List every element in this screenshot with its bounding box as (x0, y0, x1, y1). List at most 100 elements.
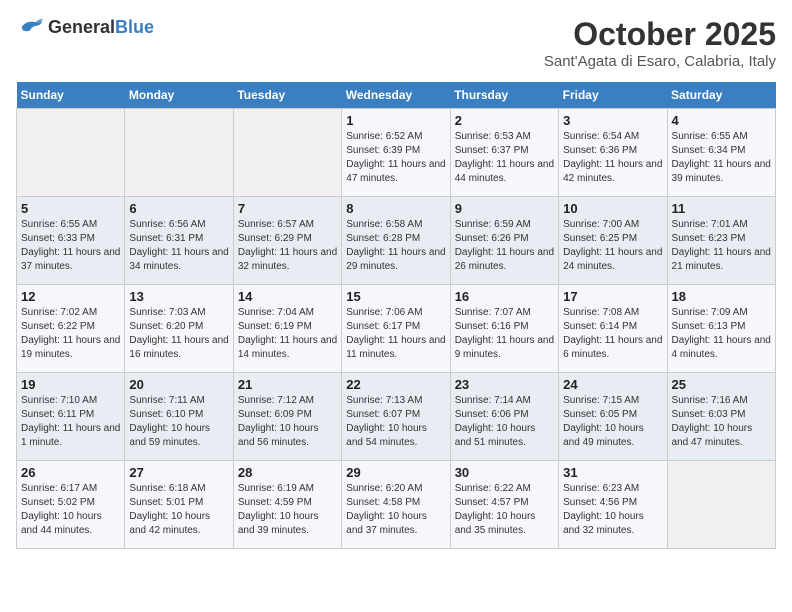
calendar-cell: 31 Sunrise: 6:23 AM Sunset: 4:56 PM Dayli… (559, 461, 667, 549)
day-number: 9 (455, 201, 554, 216)
calendar-cell (667, 461, 775, 549)
day-info: Sunrise: 6:55 AM Sunset: 6:34 PM Dayligh… (672, 130, 771, 186)
day-number: 15 (346, 289, 445, 304)
day-info: Sunrise: 6:58 AM Sunset: 6:28 PM Dayligh… (346, 218, 445, 274)
day-number: 27 (129, 465, 228, 480)
calendar-cell (125, 109, 233, 197)
day-info: Sunrise: 6:17 AM Sunset: 5:02 PM Dayligh… (21, 482, 120, 538)
weekday-header-row: SundayMondayTuesdayWednesdayThursdayFrid… (17, 82, 776, 109)
page-header: GeneralBlue October 2025 Sant'Agata di E… (16, 16, 776, 70)
day-info: Sunrise: 7:03 AM Sunset: 6:20 PM Dayligh… (129, 306, 228, 362)
calendar-cell: 17 Sunrise: 7:08 AM Sunset: 6:14 PM Dayli… (559, 285, 667, 373)
day-info: Sunrise: 6:56 AM Sunset: 6:31 PM Dayligh… (129, 218, 228, 274)
day-info: Sunrise: 6:52 AM Sunset: 6:39 PM Dayligh… (346, 130, 445, 186)
day-info: Sunrise: 7:06 AM Sunset: 6:17 PM Dayligh… (346, 306, 445, 362)
day-number: 26 (21, 465, 120, 480)
day-info: Sunrise: 7:02 AM Sunset: 6:22 PM Dayligh… (21, 306, 120, 362)
calendar-cell: 16 Sunrise: 7:07 AM Sunset: 6:16 PM Dayli… (450, 285, 558, 373)
day-info: Sunrise: 7:07 AM Sunset: 6:16 PM Dayligh… (455, 306, 554, 362)
month-title: October 2025 (544, 16, 776, 53)
calendar-cell: 3 Sunrise: 6:54 AM Sunset: 6:36 PM Daylig… (559, 109, 667, 197)
weekday-header: Thursday (450, 82, 558, 109)
calendar-cell: 30 Sunrise: 6:22 AM Sunset: 4:57 PM Dayli… (450, 461, 558, 549)
calendar-cell (17, 109, 125, 197)
day-number: 30 (455, 465, 554, 480)
day-number: 14 (238, 289, 337, 304)
day-number: 17 (563, 289, 662, 304)
day-number: 4 (672, 113, 771, 128)
day-number: 18 (672, 289, 771, 304)
day-number: 20 (129, 377, 228, 392)
calendar-week-row: 1 Sunrise: 6:52 AM Sunset: 6:39 PM Daylig… (17, 109, 776, 197)
calendar-cell: 29 Sunrise: 6:20 AM Sunset: 4:58 PM Dayli… (342, 461, 450, 549)
day-number: 31 (563, 465, 662, 480)
day-number: 29 (346, 465, 445, 480)
day-info: Sunrise: 6:59 AM Sunset: 6:26 PM Dayligh… (455, 218, 554, 274)
calendar-cell: 1 Sunrise: 6:52 AM Sunset: 6:39 PM Daylig… (342, 109, 450, 197)
calendar-cell: 23Sunrise: 7:14 AM Sunset: 6:06 PM Dayli… (450, 373, 558, 461)
day-number: 16 (455, 289, 554, 304)
day-number: 1 (346, 113, 445, 128)
day-number: 22 (346, 377, 445, 392)
calendar-cell: 15 Sunrise: 7:06 AM Sunset: 6:17 PM Dayli… (342, 285, 450, 373)
calendar-cell: 11 Sunrise: 7:01 AM Sunset: 6:23 PM Dayli… (667, 197, 775, 285)
calendar-table: SundayMondayTuesdayWednesdayThursdayFrid… (16, 82, 776, 549)
day-number: 12 (21, 289, 120, 304)
calendar-cell: 24Sunrise: 7:15 AM Sunset: 6:05 PM Dayli… (559, 373, 667, 461)
day-number: 5 (21, 201, 120, 216)
location-title: Sant'Agata di Esaro, Calabria, Italy (544, 53, 776, 70)
title-section: October 2025 Sant'Agata di Esaro, Calabr… (544, 16, 776, 70)
day-number: 7 (238, 201, 337, 216)
calendar-cell: 20 Sunrise: 7:11 AM Sunset: 6:10 PM Dayli… (125, 373, 233, 461)
day-info: Sunrise: 7:11 AM Sunset: 6:10 PM Dayligh… (129, 394, 228, 450)
day-info: Sunrise: 6:54 AM Sunset: 6:36 PM Dayligh… (563, 130, 662, 186)
day-info: Sunrise: 7:12 AM Sunset: 6:09 PM Dayligh… (238, 394, 337, 450)
day-info: Sunrise: 7:10 AM Sunset: 6:11 PM Dayligh… (21, 394, 120, 450)
day-info: Sunrise: 6:55 AM Sunset: 6:33 PM Dayligh… (21, 218, 120, 274)
calendar-week-row: 5 Sunrise: 6:55 AM Sunset: 6:33 PM Daylig… (17, 197, 776, 285)
calendar-week-row: 26 Sunrise: 6:17 AM Sunset: 5:02 PM Dayli… (17, 461, 776, 549)
calendar-cell: 8 Sunrise: 6:58 AM Sunset: 6:28 PM Daylig… (342, 197, 450, 285)
calendar-cell: 4 Sunrise: 6:55 AM Sunset: 6:34 PM Daylig… (667, 109, 775, 197)
calendar-week-row: 19 Sunrise: 7:10 AM Sunset: 6:11 PM Dayli… (17, 373, 776, 461)
calendar-cell: 7Sunrise: 6:57 AM Sunset: 6:29 PM Daylig… (233, 197, 341, 285)
weekday-header: Wednesday (342, 82, 450, 109)
day-info: Sunrise: 6:20 AM Sunset: 4:58 PM Dayligh… (346, 482, 445, 538)
weekday-header: Saturday (667, 82, 775, 109)
day-info: Sunrise: 7:04 AM Sunset: 6:19 PM Dayligh… (238, 306, 337, 362)
day-number: 28 (238, 465, 337, 480)
calendar-cell: 27Sunrise: 6:18 AM Sunset: 5:01 PM Dayli… (125, 461, 233, 549)
day-info: Sunrise: 7:08 AM Sunset: 6:14 PM Dayligh… (563, 306, 662, 362)
day-info: Sunrise: 7:13 AM Sunset: 6:07 PM Dayligh… (346, 394, 445, 450)
day-info: Sunrise: 7:00 AM Sunset: 6:25 PM Dayligh… (563, 218, 662, 274)
day-number: 8 (346, 201, 445, 216)
logo-text: GeneralBlue (48, 17, 154, 38)
day-number: 25 (672, 377, 771, 392)
day-number: 2 (455, 113, 554, 128)
calendar-cell: 10Sunrise: 7:00 AM Sunset: 6:25 PM Dayli… (559, 197, 667, 285)
day-number: 11 (672, 201, 771, 216)
logo: GeneralBlue (16, 16, 154, 38)
day-number: 23 (455, 377, 554, 392)
calendar-cell: 2Sunrise: 6:53 AM Sunset: 6:37 PM Daylig… (450, 109, 558, 197)
day-number: 6 (129, 201, 228, 216)
calendar-week-row: 12 Sunrise: 7:02 AM Sunset: 6:22 PM Dayli… (17, 285, 776, 373)
day-number: 19 (21, 377, 120, 392)
day-number: 13 (129, 289, 228, 304)
calendar-cell: 28 Sunrise: 6:19 AM Sunset: 4:59 PM Dayli… (233, 461, 341, 549)
calendar-cell (233, 109, 341, 197)
day-info: Sunrise: 7:09 AM Sunset: 6:13 PM Dayligh… (672, 306, 771, 362)
day-info: Sunrise: 6:19 AM Sunset: 4:59 PM Dayligh… (238, 482, 337, 538)
calendar-cell: 21 Sunrise: 7:12 AM Sunset: 6:09 PM Dayli… (233, 373, 341, 461)
day-info: Sunrise: 6:23 AM Sunset: 4:56 PM Dayligh… (563, 482, 662, 538)
calendar-cell: 13 Sunrise: 7:03 AM Sunset: 6:20 PM Dayli… (125, 285, 233, 373)
weekday-header: Monday (125, 82, 233, 109)
calendar-cell: 9 Sunrise: 6:59 AM Sunset: 6:26 PM Daylig… (450, 197, 558, 285)
day-info: Sunrise: 6:22 AM Sunset: 4:57 PM Dayligh… (455, 482, 554, 538)
day-info: Sunrise: 7:01 AM Sunset: 6:23 PM Dayligh… (672, 218, 771, 274)
day-number: 3 (563, 113, 662, 128)
calendar-cell: 19 Sunrise: 7:10 AM Sunset: 6:11 PM Dayli… (17, 373, 125, 461)
calendar-cell: 26 Sunrise: 6:17 AM Sunset: 5:02 PM Dayli… (17, 461, 125, 549)
logo-bird-icon (16, 16, 44, 38)
day-number: 21 (238, 377, 337, 392)
